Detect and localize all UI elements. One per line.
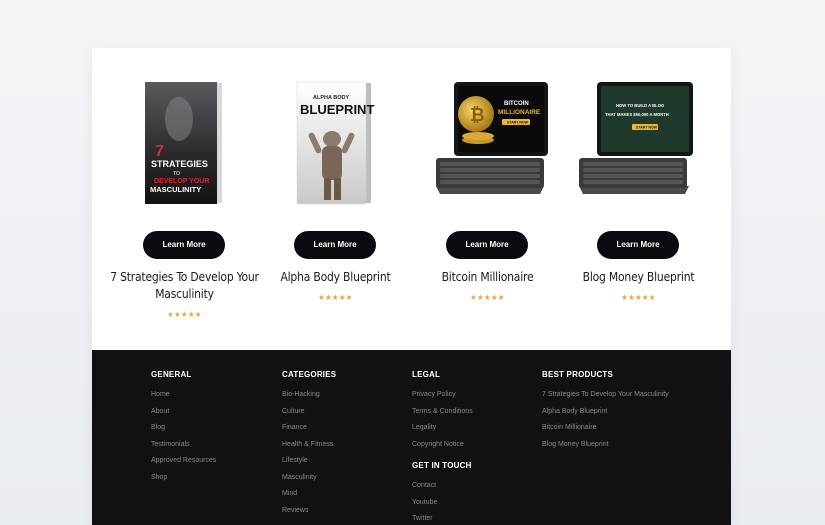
product-image-alpha-body-book[interactable]: ALPHA BODY BLUEPRINT — [260, 74, 411, 214]
rating-stars: ★★★★★ — [318, 293, 353, 302]
svg-text:₿: ₿ — [470, 105, 485, 125]
footer-link-masculinity[interactable]: Masculinity — [282, 474, 336, 491]
footer-link-product[interactable]: Bitcoin Millionaire — [542, 424, 669, 441]
footer-link-copyright-notice[interactable]: Copyright Notice — [412, 441, 473, 458]
footer-link-product[interactable]: Alpha Body Blueprint — [542, 408, 669, 425]
book-title-line: STRATEGIES — [151, 159, 208, 169]
footer-link-reviews[interactable]: Reviews — [282, 507, 336, 524]
product-image-bitcoin-tablet[interactable]: ₿ BITCOIN MILLIONAIRE START NOW — [412, 74, 563, 214]
rating-stars: ★★★★★ — [621, 293, 656, 302]
book-title-line: MASCULINITY — [150, 185, 201, 194]
product-image-masculinity-book[interactable]: 7 STRATEGIES TO DEVELOP YOUR MASCULINITY — [109, 74, 260, 214]
book-title-line: BLUEPRINT — [300, 102, 374, 117]
footer-link-approved-resources[interactable]: Approved Resources — [151, 457, 216, 474]
product-grid: 7 STRATEGIES TO DEVELOP YOUR MASCULINITY… — [92, 48, 731, 350]
book-title-line: TO — [173, 171, 180, 177]
product-title-text[interactable]: Alpha Body Blueprint — [280, 270, 390, 284]
footer-heading: LEGAL — [412, 370, 441, 379]
product-title-text[interactable]: Bitcoin Millionaire — [442, 270, 534, 284]
footer-link-lifestyle[interactable]: Lifestyle — [282, 457, 336, 474]
product-title-text[interactable]: Blog Money Blueprint — [583, 270, 695, 284]
footer-link-home[interactable]: Home — [151, 391, 216, 408]
tablet-cta-text: START NOW — [636, 126, 658, 130]
footer-column-general: GENERAL Home About Blog Testimonials App… — [151, 370, 216, 490]
footer-link-twitter[interactable]: Twitter — [412, 515, 473, 525]
learn-more-button[interactable]: Learn More — [597, 231, 679, 259]
product-title[interactable]: Blog Money Blueprint ★★★★★ — [563, 269, 714, 306]
footer-link-product[interactable]: Blog Money Blueprint — [542, 441, 669, 458]
book-number-text: 7 — [155, 143, 164, 160]
rating-stars: ★★★★★ — [167, 310, 202, 319]
tablet-text: THAT MAKES $50,000 A MONTH — [605, 112, 669, 117]
product-title[interactable]: 7 Strategies To Develop Your Masculinity… — [109, 269, 260, 323]
tablet-cta-text: START NOW — [507, 121, 529, 125]
footer-column-best-products: BEST PRODUCTS 7 Strategies To Develop Yo… — [542, 370, 669, 457]
product-title[interactable]: Bitcoin Millionaire ★★★★★ — [412, 269, 563, 306]
footer-link-blog[interactable]: Blog — [151, 424, 216, 441]
footer-link-youtube[interactable]: Youtube — [412, 499, 473, 516]
footer-link-mind[interactable]: Mind — [282, 490, 336, 507]
footer-heading: BEST PRODUCTS — [542, 370, 614, 379]
page-container: 7 STRATEGIES TO DEVELOP YOUR MASCULINITY… — [92, 48, 731, 525]
tablet-text: BITCOIN — [504, 101, 529, 107]
footer-heading: CATEGORIES — [282, 370, 337, 379]
product-title[interactable]: Alpha Body Blueprint ★★★★★ — [260, 269, 411, 306]
footer-column-legal: LEGAL Privacy Policy Terms & Conditions … — [412, 370, 473, 525]
footer-column-categories: CATEGORIES Bio-Hacking Culture Finance H… — [282, 370, 336, 523]
tablet-text: HOW TO BUILD A BLOG — [616, 103, 664, 108]
footer-link-shop[interactable]: Shop — [151, 474, 216, 491]
footer-link-terms-conditions[interactable]: Terms & Conditions — [412, 408, 473, 425]
product-title-text[interactable]: 7 Strategies To Develop Your Masculinity — [110, 270, 259, 301]
tablet-text: MILLIONAIRE — [498, 109, 541, 116]
book-title-line: DEVELOP YOUR — [154, 178, 209, 185]
learn-more-button[interactable]: Learn More — [143, 231, 225, 259]
footer-link-product[interactable]: 7 Strategies To Develop Your Masculinity — [542, 391, 669, 408]
book-title-line: ALPHA BODY — [313, 95, 349, 101]
footer-link-contact[interactable]: Contact — [412, 482, 473, 499]
footer-heading: GET IN TOUCH — [412, 461, 472, 470]
footer-heading: GENERAL — [151, 370, 192, 379]
rating-stars: ★★★★★ — [470, 293, 505, 302]
site-footer: GENERAL Home About Blog Testimonials App… — [92, 350, 731, 525]
footer-link-testimonials[interactable]: Testimonials — [151, 441, 216, 458]
footer-link-finance[interactable]: Finance — [282, 424, 336, 441]
footer-link-health-fitness[interactable]: Health & Fitness — [282, 441, 336, 458]
footer-link-bio-hacking[interactable]: Bio-Hacking — [282, 391, 336, 408]
product-image-blog-money-tablet[interactable]: HOW TO BUILD A BLOG THAT MAKES $50,000 A… — [563, 74, 714, 214]
footer-link-culture[interactable]: Culture — [282, 408, 336, 425]
learn-more-button[interactable]: Learn More — [446, 231, 528, 259]
footer-link-legality[interactable]: Legality — [412, 424, 473, 441]
footer-link-privacy-policy[interactable]: Privacy Policy — [412, 391, 473, 408]
footer-link-about[interactable]: About — [151, 408, 216, 425]
learn-more-button[interactable]: Learn More — [294, 231, 376, 259]
